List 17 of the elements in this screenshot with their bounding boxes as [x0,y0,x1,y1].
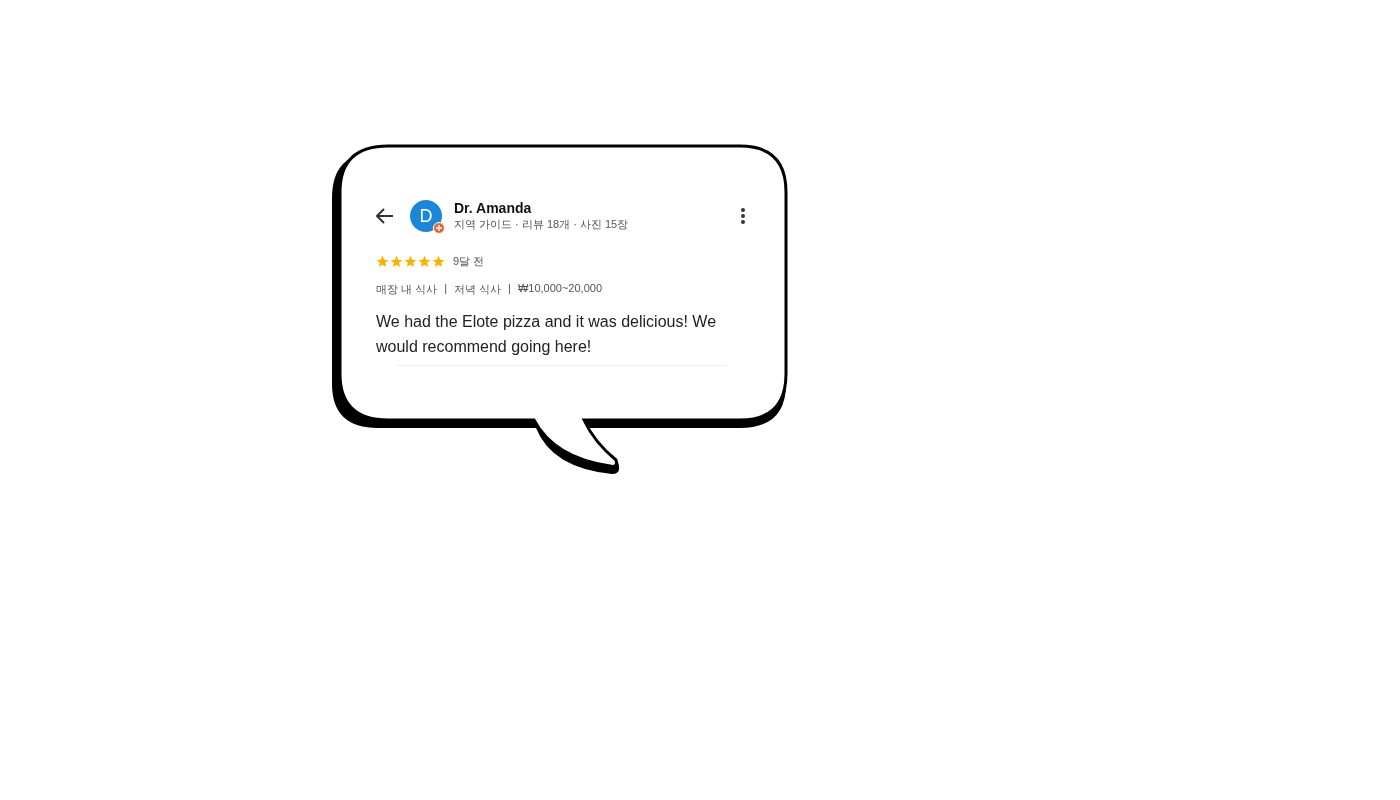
separator: | [508,282,511,296]
review-text: We had the Elote pizza and it was delicious! We would recommend going here! [376,312,718,357]
separator: | [444,282,447,296]
meta-tag: 매장 내 식사 [376,282,438,297]
back-arrow-icon[interactable] [376,208,394,224]
review-time: 9달 전 [453,254,485,269]
author-info: 지역 가이드 · 리뷰 18개 · 사진 15장 [454,217,630,232]
star-icon [432,255,445,268]
star-icon [418,255,431,268]
badge-icon [433,222,445,234]
meta-tag: 저녁 식사 [454,282,502,297]
star-icon [390,255,403,268]
meta-tag: ₩10,000~20,000 [517,282,602,297]
more-menu-icon[interactable] [740,207,746,225]
author-name[interactable]: Dr. Amanda [454,200,740,216]
star-icon [376,255,389,268]
star-icon [404,255,417,268]
